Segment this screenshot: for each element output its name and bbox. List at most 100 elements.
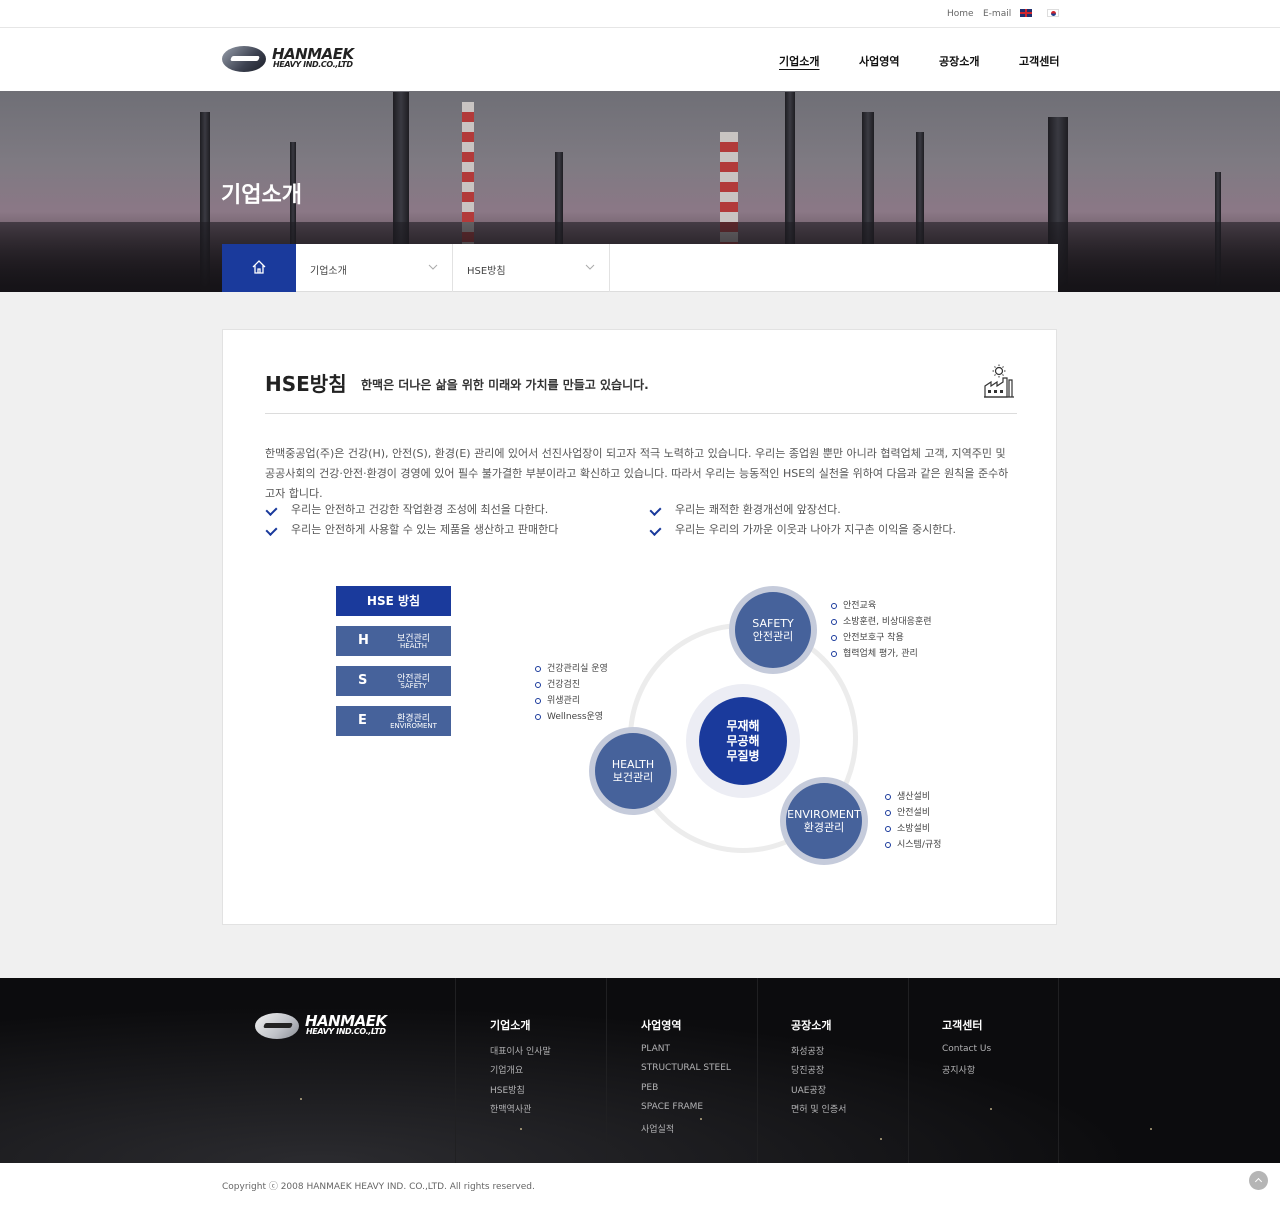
footer: HANMAEK HEAVY IND.CO.,LTD 기업소개 대표이사 인사말 … bbox=[0, 978, 1280, 1163]
gnb-support[interactable]: 고객센터 bbox=[1019, 53, 1059, 69]
logo[interactable]: HANMAEK HEAVY IND.CO.,LTD bbox=[222, 45, 362, 73]
arrow-up-icon[interactable] bbox=[1249, 1171, 1268, 1190]
safety-node-en: SAFETY bbox=[752, 617, 794, 630]
email-link[interactable]: E-mail bbox=[983, 9, 1011, 19]
health-item: 건강검진 bbox=[535, 677, 608, 693]
enviroment-item: 소방설비 bbox=[885, 821, 941, 837]
footer-link[interactable]: PLANT bbox=[641, 1044, 670, 1054]
utility-bar: Home E-mail bbox=[0, 0, 1280, 28]
footer-col-head: 고객센터 bbox=[942, 1019, 983, 1032]
copyright-text: Copyright ⓒ 2008 HANMAEK HEAVY IND. CO.,… bbox=[222, 1182, 535, 1192]
footer-link[interactable]: 공지사항 bbox=[942, 1063, 975, 1076]
health-node-ko: 보건관리 bbox=[612, 771, 654, 784]
footer-logo[interactable]: HANMAEK HEAVY IND.CO.,LTD bbox=[255, 1012, 395, 1040]
city-light bbox=[300, 1098, 302, 1100]
korea-flag-icon[interactable] bbox=[1047, 9, 1059, 17]
health-node-en: HEALTH bbox=[611, 758, 655, 771]
principles-left: 우리는 안전하고 건강한 작업환경 조성에 최선을 다한다. 우리는 안전하게 … bbox=[265, 500, 558, 540]
breadcrumb-depth2-label: HSE방침 bbox=[467, 266, 506, 277]
center-goal-line: 무질병 bbox=[726, 749, 760, 763]
breadcrumb-depth2-select[interactable]: HSE방침 bbox=[453, 244, 610, 292]
hse-letter: S bbox=[358, 673, 368, 688]
breadcrumb-depth1-select[interactable]: 기업소개 bbox=[296, 244, 453, 292]
health-item: Wellness운영 bbox=[535, 709, 608, 725]
safety-item: 협력업체 평가, 관리 bbox=[831, 646, 932, 662]
gnb-company[interactable]: 기업소개 bbox=[779, 53, 819, 69]
principle-item: 우리는 쾌적한 환경개선에 앞장선다. bbox=[649, 500, 956, 520]
enviroment-item-list: 생산설비 안전설비 소방설비 시스템/규정 bbox=[885, 789, 941, 853]
footer-link[interactable]: UAE공장 bbox=[791, 1083, 826, 1096]
health-node: HEALTH 보건관리 bbox=[595, 733, 671, 809]
footer-link[interactable]: 기업개요 bbox=[490, 1063, 523, 1076]
footer-link[interactable]: PEB bbox=[641, 1083, 658, 1093]
hse-en-label: SAFETY bbox=[400, 682, 427, 690]
logo-mark-icon bbox=[222, 46, 266, 72]
footer-link[interactable]: HSE방침 bbox=[490, 1083, 525, 1096]
safety-item-list: 안전교육 소방훈련, 비상대응훈련 안전보호구 착용 협력업체 평가, 관리 bbox=[831, 598, 932, 662]
footer-link[interactable]: STRUCTURAL STEEL bbox=[641, 1063, 731, 1073]
footer-col-head: 기업소개 bbox=[490, 1019, 531, 1032]
footer-link[interactable]: 면허 및 인증서 bbox=[791, 1102, 846, 1115]
factory-sun-icon bbox=[984, 364, 1014, 398]
footer-link[interactable]: Contact Us bbox=[942, 1044, 991, 1054]
footer-col-company: 기업소개 대표이사 인사말 기업개요 HSE방침 한맥역사관 bbox=[455, 978, 606, 1163]
breadcrumb-depth1-label: 기업소개 bbox=[310, 266, 347, 277]
footer-link[interactable]: SPACE FRAME bbox=[641, 1102, 703, 1112]
principle-item: 우리는 우리의 가까운 이웃과 나아가 지구촌 이익을 중시한다. bbox=[649, 520, 956, 540]
safety-item: 안전교육 bbox=[831, 598, 932, 614]
page-title: HSE방침 bbox=[265, 372, 347, 396]
safety-node: SAFETY 안전관리 bbox=[735, 592, 811, 668]
city-light bbox=[1150, 1128, 1152, 1130]
footer-col-support: 고객센터 Contact Us 공지사항 bbox=[908, 978, 1059, 1163]
chevron-down-icon bbox=[585, 264, 595, 270]
hse-letter: H bbox=[358, 633, 369, 648]
title-divider bbox=[265, 413, 1017, 414]
footer-col-head: 공장소개 bbox=[791, 1019, 832, 1032]
hse-en-label: ENVIROMENT bbox=[390, 722, 437, 730]
safety-item: 소방훈련, 비상대응훈련 bbox=[831, 614, 932, 630]
home-icon bbox=[252, 260, 266, 274]
footer-col-business: 사업영역 PLANT STRUCTURAL STEEL PEB SPACE FR… bbox=[606, 978, 757, 1163]
intro-text: 한맥중공업(주)은 건강(H), 안전(S), 환경(E) 관리에 있어서 선진… bbox=[265, 447, 1009, 500]
hero-title: 기업소개 bbox=[221, 183, 302, 208]
logo-subtitle: HEAVY IND.CO.,LTD bbox=[306, 1027, 386, 1036]
logo-mark-icon bbox=[255, 1013, 299, 1039]
center-goal-line: 무재해 bbox=[726, 719, 760, 733]
principle-item: 우리는 안전하게 사용할 수 있는 제품을 생산하고 판매한다 bbox=[265, 520, 558, 540]
logo-subtitle: HEAVY IND.CO.,LTD bbox=[273, 60, 353, 69]
footer-link[interactable]: 사업실적 bbox=[641, 1122, 674, 1135]
content-card: HSE방침 한맥은 더나은 삶을 위한 미래와 가치를 만들고 있습니다. 한맥… bbox=[222, 329, 1057, 925]
enviroment-item: 시스템/규정 bbox=[885, 837, 941, 853]
header: HANMAEK HEAVY IND.CO.,LTD 기업소개 사업영역 공장소개… bbox=[0, 28, 1280, 91]
footer-link[interactable]: 화성공장 bbox=[791, 1044, 824, 1057]
health-item: 위생관리 bbox=[535, 693, 608, 709]
safety-node-ko: 안전관리 bbox=[752, 630, 794, 643]
footer-link[interactable]: 한맥역사관 bbox=[490, 1102, 531, 1115]
hse-en-label: HEALTH bbox=[400, 642, 427, 650]
hse-health-button[interactable]: H 보건관리 HEALTH bbox=[336, 626, 451, 656]
copyright-bar bbox=[0, 1163, 1280, 1213]
footer-link[interactable]: 대표이사 인사말 bbox=[490, 1044, 551, 1057]
enviroment-node: ENVIROMENT 환경관리 bbox=[786, 783, 862, 859]
enviroment-node-en: ENVIROMENT bbox=[787, 808, 861, 821]
enviroment-node-ko: 환경관리 bbox=[803, 821, 845, 834]
page-subtitle: 한맥은 더나은 삶을 위한 미래와 가치를 만들고 있습니다. bbox=[361, 378, 649, 392]
hse-enviroment-button[interactable]: E 환경관리 ENVIROMENT bbox=[336, 706, 451, 736]
breadcrumb-home[interactable] bbox=[222, 244, 296, 292]
safety-item: 안전보호구 착용 bbox=[831, 630, 932, 646]
footer-link[interactable]: 당진공장 bbox=[791, 1063, 824, 1076]
footer-col-head: 사업영역 bbox=[641, 1019, 682, 1032]
enviroment-item: 생산설비 bbox=[885, 789, 941, 805]
health-item: 건강관리실 운영 bbox=[535, 661, 608, 677]
footer-col-factory: 공장소개 화성공장 당진공장 UAE공장 면허 및 인증서 bbox=[757, 978, 908, 1163]
center-goal-circle: 무재해 무공해 무질병 bbox=[699, 697, 787, 785]
hse-letter: E bbox=[358, 713, 367, 728]
center-goal-line: 무공해 bbox=[726, 734, 760, 748]
uk-flag-icon[interactable] bbox=[1020, 9, 1032, 17]
gnb-factory[interactable]: 공장소개 bbox=[939, 53, 979, 69]
chevron-down-icon bbox=[428, 264, 438, 270]
hse-safety-button[interactable]: S 안전관리 SAFETY bbox=[336, 666, 451, 696]
home-link[interactable]: Home bbox=[947, 9, 974, 19]
gnb-business[interactable]: 사업영역 bbox=[859, 53, 899, 69]
principles-right: 우리는 쾌적한 환경개선에 앞장선다. 우리는 우리의 가까운 이웃과 나아가 … bbox=[649, 500, 956, 540]
